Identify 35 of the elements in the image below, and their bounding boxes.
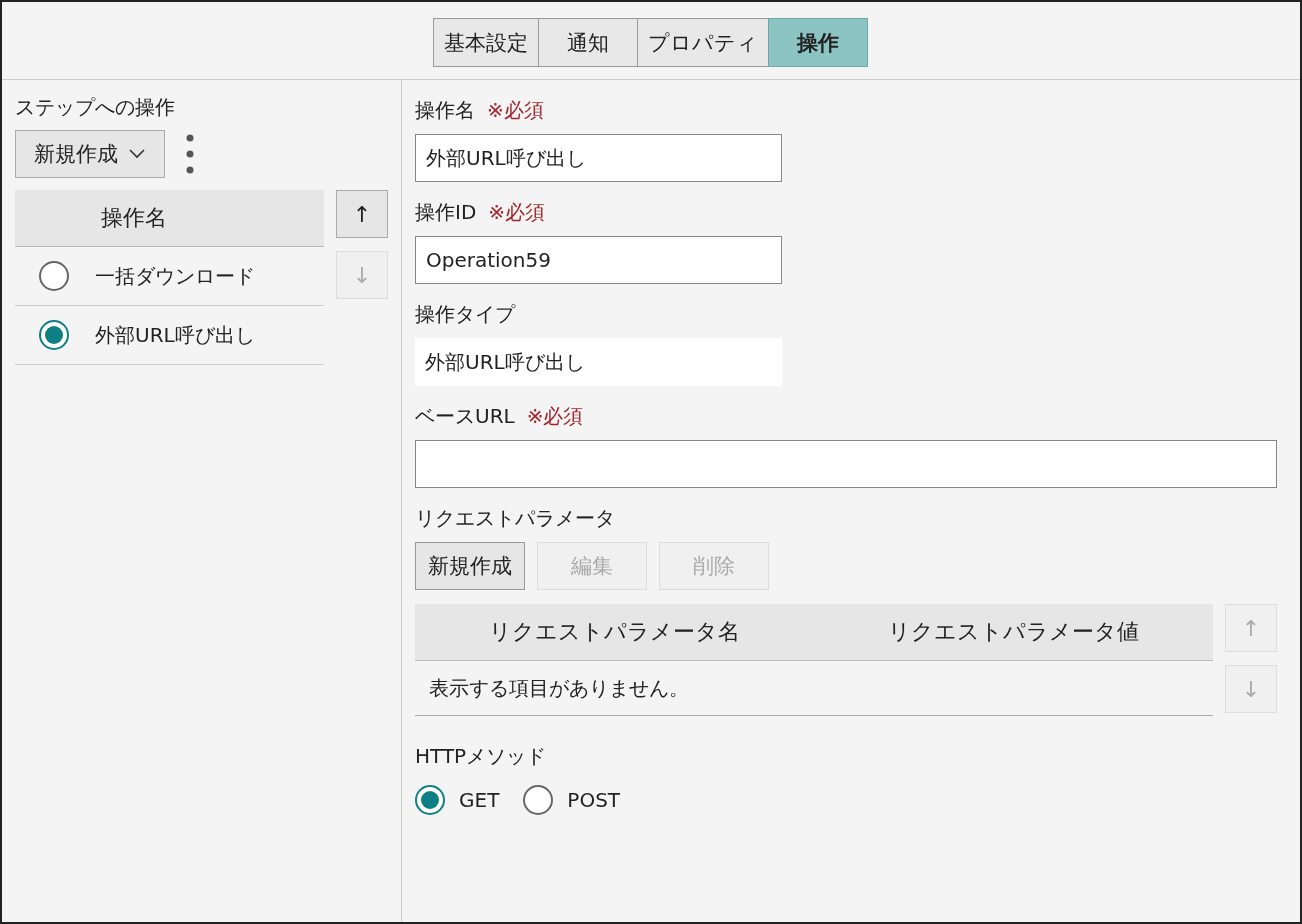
- move-up-button[interactable]: ↑: [336, 190, 388, 238]
- radio-button[interactable]: [415, 785, 445, 815]
- required-note: ※必須: [488, 198, 546, 226]
- action-button[interactable]: 新規作成: [415, 542, 525, 590]
- chevron-down-icon: [128, 148, 146, 160]
- tab[interactable]: 基本設定: [433, 18, 539, 67]
- column-header: リクエストパラメータ名: [488, 618, 741, 646]
- radio-button[interactable]: [523, 785, 554, 815]
- required-note: ※必須: [487, 96, 544, 124]
- input-field[interactable]: 外部URL呼び出し: [415, 134, 782, 182]
- radio-button[interactable]: [39, 320, 69, 350]
- readonly-field: 外部URL呼び出し: [415, 338, 782, 386]
- required-note: ※必須: [526, 402, 584, 430]
- section-title: ステップへの操作: [15, 94, 176, 121]
- column-header: リクエストパラメータ値: [887, 618, 1140, 646]
- radio-button[interactable]: [39, 261, 69, 291]
- field-label: 操作タイプ: [415, 300, 515, 328]
- field-label: HTTPメソッド: [415, 742, 547, 770]
- column-header: 操作名: [15, 190, 324, 247]
- field-label: 操作名: [415, 96, 475, 124]
- radio-label: POST: [567, 788, 621, 812]
- field-label: 操作ID: [415, 198, 477, 226]
- input-field[interactable]: [415, 440, 1277, 488]
- radio-label: GET: [459, 788, 500, 812]
- input-field[interactable]: Operation59: [415, 236, 782, 284]
- tab[interactable]: プロパティ: [637, 18, 769, 67]
- field-label: ベースURL: [415, 402, 515, 430]
- section-title: リクエストパラメータ: [415, 504, 615, 532]
- empty-message: 表示する項目がありません。: [429, 674, 689, 702]
- tab[interactable]: 操作: [768, 18, 868, 67]
- operation-name: 一括ダウンロード: [95, 262, 255, 290]
- tab[interactable]: 通知: [538, 18, 638, 67]
- new-dropdown[interactable]: 新規作成: [15, 130, 165, 178]
- more-icon[interactable]: [185, 132, 195, 176]
- operation-name: 外部URL呼び出し: [95, 321, 255, 349]
